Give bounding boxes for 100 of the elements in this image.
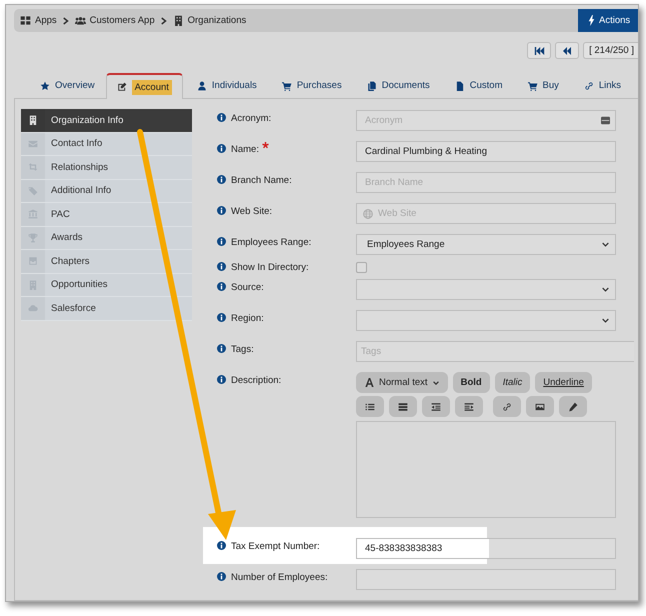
outdent-button[interactable] (422, 396, 450, 417)
field-label: Tags: (231, 344, 254, 355)
field-label: Number of Employees: (231, 572, 328, 583)
text-field[interactable]: 45-838383838383 (356, 538, 616, 559)
previous-icon (562, 46, 572, 54)
field-label: Employees Range: (231, 237, 312, 248)
field-label: Source: (231, 282, 264, 293)
field-label: Show In Directory: (231, 262, 309, 273)
chevron-down-icon (602, 242, 609, 247)
globe-icon (363, 208, 373, 218)
file-icon (454, 80, 465, 90)
indent-icon (464, 402, 474, 412)
sidebar-item[interactable]: Contact Info (21, 132, 192, 156)
info-icon[interactable] (217, 313, 226, 322)
bullet-list-icon (365, 402, 375, 412)
text-field[interactable] (356, 569, 616, 590)
sidebar-item[interactable]: Opportunities (21, 274, 192, 297)
pencil-icon (568, 402, 578, 412)
trophy-icon (28, 232, 38, 243)
outdent-icon (431, 402, 441, 412)
sidebar-item[interactable]: Additional Info (21, 180, 192, 203)
breadcrumb-link[interactable]: Customers App (74, 15, 155, 26)
sidebar-item[interactable]: Relationships (21, 156, 192, 180)
tab[interactable]: Custom (440, 72, 514, 98)
edit-icon (116, 82, 127, 92)
info-icon[interactable] (217, 237, 226, 246)
bank-icon (28, 209, 38, 220)
tab[interactable]: Purchases (268, 72, 353, 98)
tab[interactable]: Links (570, 72, 632, 98)
first-page-button[interactable] (527, 42, 552, 59)
field-label: Description: (231, 375, 282, 386)
sidebar-item[interactable]: PAC (21, 203, 192, 226)
field-label: Web Site: (231, 206, 272, 217)
tab[interactable]: Account (106, 73, 183, 99)
link-button[interactable] (493, 396, 521, 417)
building-icon (28, 115, 38, 126)
actions-button[interactable]: Actions (578, 9, 638, 32)
sidebar-item[interactable]: Awards (21, 226, 192, 250)
star-icon (40, 80, 50, 90)
image-icon (535, 402, 545, 412)
info-icon[interactable] (217, 262, 226, 271)
list-icon (398, 402, 408, 412)
tab[interactable]: Buy (514, 72, 570, 98)
building-icon (172, 15, 184, 26)
chevron-icon (160, 16, 167, 24)
breadcrumb-link[interactable]: Apps (20, 15, 57, 26)
select-field[interactable]: Employees Range (356, 234, 616, 255)
link-icon (502, 402, 512, 412)
sidebar-item[interactable]: Salesforce (21, 297, 192, 320)
checkbox[interactable] (356, 262, 367, 273)
cloud-icon (28, 303, 38, 314)
info-icon[interactable] (217, 282, 226, 291)
tab[interactable]: Documents (352, 72, 441, 98)
link-icon (584, 80, 594, 90)
cart-icon (282, 80, 292, 90)
text-field[interactable]: Cardinal Plumbing & Heating (356, 141, 616, 162)
tab[interactable]: Individuals (182, 72, 268, 98)
first-page-icon (534, 46, 545, 54)
tab[interactable]: Overview (26, 72, 106, 98)
info-icon[interactable] (217, 175, 226, 184)
user-icon (196, 80, 207, 90)
info-icon[interactable] (217, 206, 226, 215)
select-field[interactable] (356, 279, 616, 300)
building-icon (28, 280, 38, 290)
field-label: Tax Exempt Number: (231, 541, 320, 552)
tag-icon (28, 186, 38, 196)
bolt-icon (588, 15, 595, 26)
format-button[interactable]: Underline (535, 372, 592, 393)
copy-icon (366, 80, 377, 90)
font-icon (365, 378, 374, 387)
previous-page-button[interactable] (555, 42, 580, 59)
info-icon[interactable] (217, 572, 226, 581)
format-button[interactable]: Bold (452, 372, 490, 393)
info-icon[interactable] (217, 541, 226, 550)
cart-icon (528, 80, 538, 90)
chevron-icon (62, 16, 69, 24)
grid-icon (20, 15, 31, 26)
info-icon[interactable] (217, 344, 226, 353)
field-label: Acronym: (231, 113, 272, 124)
field-label: Name: (231, 144, 259, 155)
info-icon[interactable] (217, 113, 226, 122)
record-counter: [ 214/250 ] (583, 42, 638, 59)
image-button[interactable] (526, 396, 554, 417)
field-label: Branch Name: (231, 175, 292, 186)
info-icon[interactable] (217, 375, 226, 384)
chevron-down-icon (432, 380, 439, 384)
format-dropdown[interactable]: Normal text (356, 372, 448, 393)
sidebar-item[interactable]: Organization Info (21, 109, 192, 132)
sidebar-item[interactable]: Chapters (21, 250, 192, 274)
bullet-list-button[interactable] (356, 396, 384, 417)
pencil-button[interactable] (559, 396, 587, 417)
field-label: Region: (231, 313, 264, 324)
format-button[interactable]: Italic (494, 372, 530, 393)
chevron-down-icon (602, 287, 609, 292)
envelope-icon (28, 138, 38, 149)
select-field[interactable] (356, 310, 616, 331)
info-icon[interactable] (217, 144, 226, 153)
list-button[interactable] (389, 396, 417, 417)
breadcrumb-link[interactable]: Organizations (172, 15, 246, 26)
indent-button[interactable] (455, 396, 483, 417)
